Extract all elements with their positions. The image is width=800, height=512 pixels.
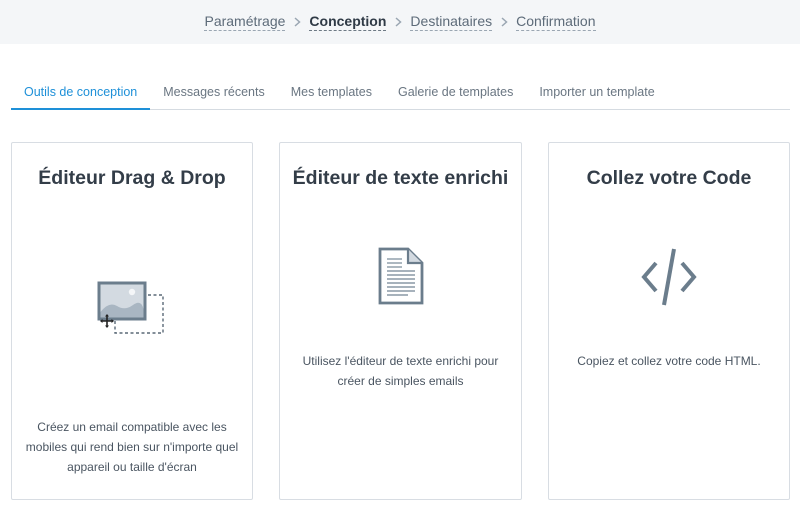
tab-galerie-de-templates[interactable]: Galerie de templates xyxy=(385,76,526,109)
chevron-right-icon xyxy=(388,17,408,27)
chevron-right-icon xyxy=(494,17,514,27)
card-description: Créez un email compatible avec les mobil… xyxy=(25,420,239,474)
wizard-stepper: Paramétrage Conception Destinataires Con… xyxy=(0,0,800,44)
chevron-right-icon xyxy=(287,17,307,27)
document-icon xyxy=(280,247,521,305)
drag-drop-image-icon xyxy=(12,281,252,337)
card-description: Copiez et collez votre code HTML. xyxy=(577,354,761,368)
step-conception[interactable]: Conception xyxy=(309,13,387,31)
design-tabs: Outils de conception Messages récents Me… xyxy=(11,76,790,110)
card-title: Collez votre Code xyxy=(586,167,752,189)
card-description: Utilisez l'éditeur de texte enrichi pour… xyxy=(302,354,499,388)
code-icon xyxy=(549,247,789,307)
card-title: Éditeur Drag & Drop xyxy=(38,167,226,189)
drag-drop-editor-card[interactable]: Éditeur Drag & Drop Créez un email compa… xyxy=(11,142,253,500)
tab-importer-un-template[interactable]: Importer un template xyxy=(526,76,667,109)
step-parametrage[interactable]: Paramétrage xyxy=(204,13,286,31)
card-title: Éditeur de texte enrichi xyxy=(292,167,509,189)
rich-text-editor-card[interactable]: Éditeur de texte enrichi Utilisez l'édit… xyxy=(279,142,522,500)
step-destinataires[interactable]: Destinataires xyxy=(410,13,493,31)
step-confirmation[interactable]: Confirmation xyxy=(516,13,596,31)
tab-messages-recents[interactable]: Messages récents xyxy=(150,76,277,109)
tab-outils-de-conception[interactable]: Outils de conception xyxy=(11,76,151,110)
paste-code-card[interactable]: Collez votre Code Copiez et collez votre… xyxy=(548,142,790,500)
tab-mes-templates[interactable]: Mes templates xyxy=(278,76,385,109)
